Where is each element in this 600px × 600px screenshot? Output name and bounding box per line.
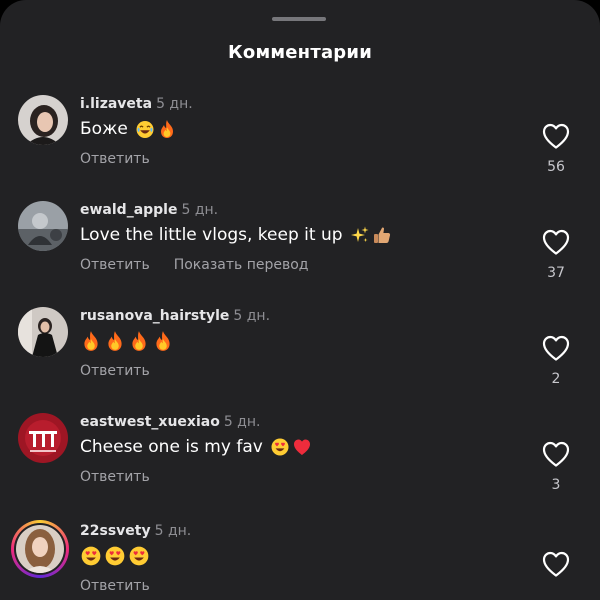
comment-text-content: Cheese one is my fav [80, 437, 263, 457]
heart-eyes-emoji [80, 545, 102, 567]
page-title: Комментарии [227, 42, 373, 63]
avatar[interactable] [18, 95, 68, 145]
comment-username[interactable]: eastwest_xuexiao [80, 414, 220, 430]
like-button[interactable] [541, 440, 571, 468]
laughing-face-emoji [135, 119, 155, 139]
avatar-story-ring[interactable] [11, 520, 69, 578]
heart-outline-icon [541, 334, 571, 362]
fire-emoji [128, 330, 150, 352]
avatar[interactable] [18, 201, 68, 251]
heart-outline-icon [541, 228, 571, 256]
fire-emoji [104, 330, 126, 352]
like-button[interactable] [541, 228, 571, 256]
sparkles-emoji [350, 225, 370, 245]
like-count: 37 [547, 265, 565, 281]
thumbs-up-emoji [372, 225, 392, 245]
comment-time: 5 дн. [156, 96, 193, 112]
heart-outline-icon [541, 550, 571, 578]
comment-item: ewald_apple 5 дн. Love the little vlogs, … [0, 201, 600, 307]
avatar [16, 525, 64, 573]
avatar[interactable] [18, 307, 68, 357]
reply-button[interactable]: Ответить [80, 363, 150, 379]
like-count: 2 [551, 371, 561, 387]
reply-button[interactable]: Ответить [80, 257, 150, 273]
comment-item: rusanova_hairstyle 5 дн. Ответить 2 [0, 307, 600, 413]
comment-text [80, 544, 150, 568]
comment-item: eastwest_xuexiao 5 дн. Cheese one is my f… [0, 413, 600, 519]
comment-time: 5 дн. [154, 523, 192, 539]
heart-outline-icon [541, 440, 571, 468]
comments-sheet: Комментарии i.lizaveta 5 дн. Боже Ответит… [0, 0, 600, 600]
heart-eyes-emoji [128, 545, 150, 567]
comment-text-content: Боже [80, 119, 128, 139]
comment-item: i.lizaveta 5 дн. Боже Ответить 56 [0, 95, 600, 201]
fire-emoji [157, 119, 177, 139]
comment-time: 5 дн. [181, 202, 219, 218]
like-button[interactable] [541, 550, 571, 578]
reply-button[interactable]: Ответить [80, 151, 150, 167]
show-translation-button[interactable]: Показать перевод [174, 257, 309, 273]
avatar[interactable] [18, 413, 68, 463]
comment-text [80, 329, 174, 353]
like-count: 3 [551, 477, 561, 493]
comment-item: 22ssvety 5 дн. Ответить [0, 520, 600, 600]
comment-text: Боже [80, 117, 177, 141]
heart-eyes-emoji [104, 545, 126, 567]
comment-username[interactable]: rusanova_hairstyle [80, 308, 229, 324]
comment-text-content: Love the little vlogs, keep it up [80, 225, 343, 245]
heart-outline-icon [541, 122, 571, 150]
heart-eyes-emoji [270, 437, 290, 457]
drag-handle[interactable] [272, 17, 326, 21]
reply-button[interactable]: Ответить [80, 469, 150, 485]
comment-username[interactable]: 22ssvety [80, 523, 151, 539]
comment-time: 5 дн. [223, 414, 261, 430]
like-button[interactable] [541, 122, 571, 150]
like-count: 56 [547, 159, 565, 175]
comment-text: Cheese one is my fav [80, 435, 312, 459]
comment-text: Love the little vlogs, keep it up [80, 223, 392, 247]
like-button[interactable] [541, 334, 571, 362]
reply-button[interactable]: Ответить [80, 578, 150, 594]
fire-emoji [152, 330, 174, 352]
comment-time: 5 дн. [233, 308, 271, 324]
comment-username[interactable]: i.lizaveta [80, 96, 152, 112]
comment-username[interactable]: ewald_apple [80, 202, 177, 218]
red-heart-emoji [292, 437, 312, 457]
fire-emoji [80, 330, 102, 352]
